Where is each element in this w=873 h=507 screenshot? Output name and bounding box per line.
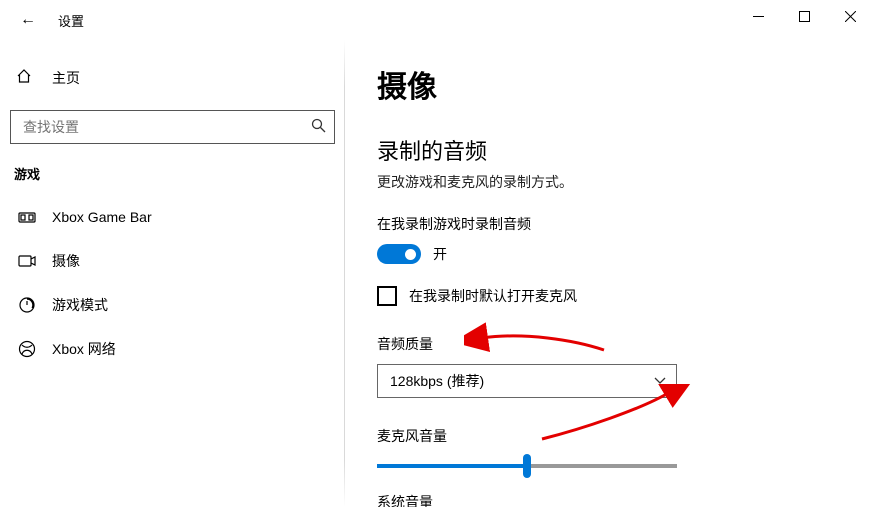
sidebar-home[interactable]: 主页 xyxy=(10,60,335,96)
capture-icon xyxy=(16,251,38,271)
home-icon xyxy=(16,68,38,88)
window-title: 设置 xyxy=(58,11,84,30)
sidebar-item-label: Xbox Game Bar xyxy=(52,209,152,225)
mic-volume-slider[interactable] xyxy=(377,464,677,468)
sidebar-item-label: 游戏模式 xyxy=(52,295,108,315)
sidebar-section-label: 游戏 xyxy=(14,164,335,183)
sidebar-item-label: Xbox 网络 xyxy=(52,339,116,359)
maximize-button[interactable] xyxy=(781,0,827,32)
record-audio-toggle[interactable] xyxy=(377,244,421,264)
audio-quality-label: 音频质量 xyxy=(377,334,843,354)
audio-quality-dropdown[interactable]: 128kbps (推荐) xyxy=(377,364,677,398)
gamemode-icon xyxy=(16,295,38,315)
search-input[interactable] xyxy=(21,118,311,136)
slider-thumb[interactable] xyxy=(523,454,531,478)
search-icon[interactable] xyxy=(311,118,326,136)
audio-desc: 更改游戏和麦克风的录制方式。 xyxy=(377,172,843,192)
audio-quality-value: 128kbps (推荐) xyxy=(390,371,484,391)
mic-default-label: 在我录制时默认打开麦克风 xyxy=(409,286,577,306)
sidebar-item-capture[interactable]: 摄像 xyxy=(10,239,335,283)
sidebar-item-gamebar[interactable]: Xbox Game Bar xyxy=(10,195,335,239)
sidebar-item-gamemode[interactable]: 游戏模式 xyxy=(10,283,335,327)
toggle-state-label: 开 xyxy=(433,244,447,264)
chevron-down-icon xyxy=(654,374,666,388)
xbox-icon xyxy=(16,339,38,359)
close-button[interactable] xyxy=(827,0,873,32)
sidebar-home-label: 主页 xyxy=(52,68,80,88)
sidebar-item-xboxnet[interactable]: Xbox 网络 xyxy=(10,327,335,371)
minimize-button[interactable] xyxy=(735,0,781,32)
system-volume-label: 系统音量 xyxy=(377,492,843,507)
sidebar-item-label: 摄像 xyxy=(52,251,80,271)
audio-heading: 录制的音频 xyxy=(377,134,843,166)
slider-fill xyxy=(377,464,527,468)
sidebar: 主页 游戏 Xbox Game Bar xyxy=(0,40,345,507)
record-audio-label: 在我录制游戏时录制音频 xyxy=(377,214,843,234)
gamebar-icon xyxy=(16,207,38,227)
back-button[interactable]: ← xyxy=(16,11,40,29)
mic-volume-label: 麦克风音量 xyxy=(377,426,843,446)
mic-default-checkbox[interactable] xyxy=(377,286,397,306)
main-content: 摄像 录制的音频 更改游戏和麦克风的录制方式。 在我录制游戏时录制音频 开 在我… xyxy=(345,40,873,507)
search-input-container[interactable] xyxy=(10,110,335,144)
sidebar-divider xyxy=(344,40,345,507)
page-title: 摄像 xyxy=(377,62,843,106)
